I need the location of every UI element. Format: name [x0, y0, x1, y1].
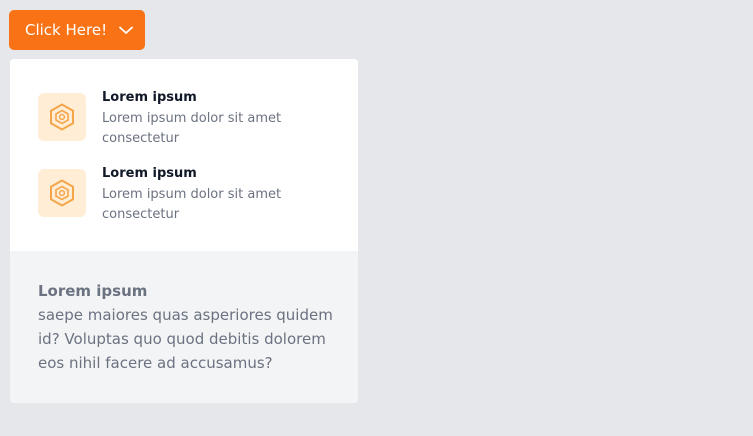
menu-item-title: Lorem ipsum	[102, 166, 197, 181]
dropdown-trigger-label: Click Here!	[25, 20, 108, 39]
dropdown-trigger-button[interactable]: Click Here!	[9, 10, 145, 50]
hexagon-icon	[38, 169, 86, 217]
footer-title: Lorem ipsum	[38, 282, 148, 300]
menu-item-description: Lorem ipsum dolor sit amet consectetur	[102, 111, 282, 146]
menu-item-title: Lorem ipsum	[102, 90, 197, 105]
chevron-down-icon	[119, 26, 134, 35]
dropdown-menu-item[interactable]: Lorem ipsum Lorem ipsum dolor sit amet c…	[38, 165, 348, 235]
menu-item-description: Lorem ipsum dolor sit amet consectetur	[102, 187, 282, 222]
menu-item-text: Lorem ipsum Lorem ipsum dolor sit amet c…	[102, 165, 342, 225]
dropdown-menu-list: Lorem ipsum Lorem ipsum dolor sit amet c…	[10, 59, 358, 251]
menu-item-text: Lorem ipsum Lorem ipsum dolor sit amet c…	[102, 89, 342, 149]
hexagon-icon	[38, 93, 86, 141]
footer-content: Lorem ipsum saepe maiores quas asperiore…	[38, 281, 338, 375]
dropdown-menu-item[interactable]: Lorem ipsum Lorem ipsum dolor sit amet c…	[38, 89, 348, 159]
dropdown-panel: Lorem ipsum Lorem ipsum dolor sit amet c…	[10, 59, 358, 403]
footer-body-text: saepe maiores quas asperiores quidem id?…	[38, 306, 333, 372]
dropdown-footer: Lorem ipsum saepe maiores quas asperiore…	[10, 251, 358, 403]
